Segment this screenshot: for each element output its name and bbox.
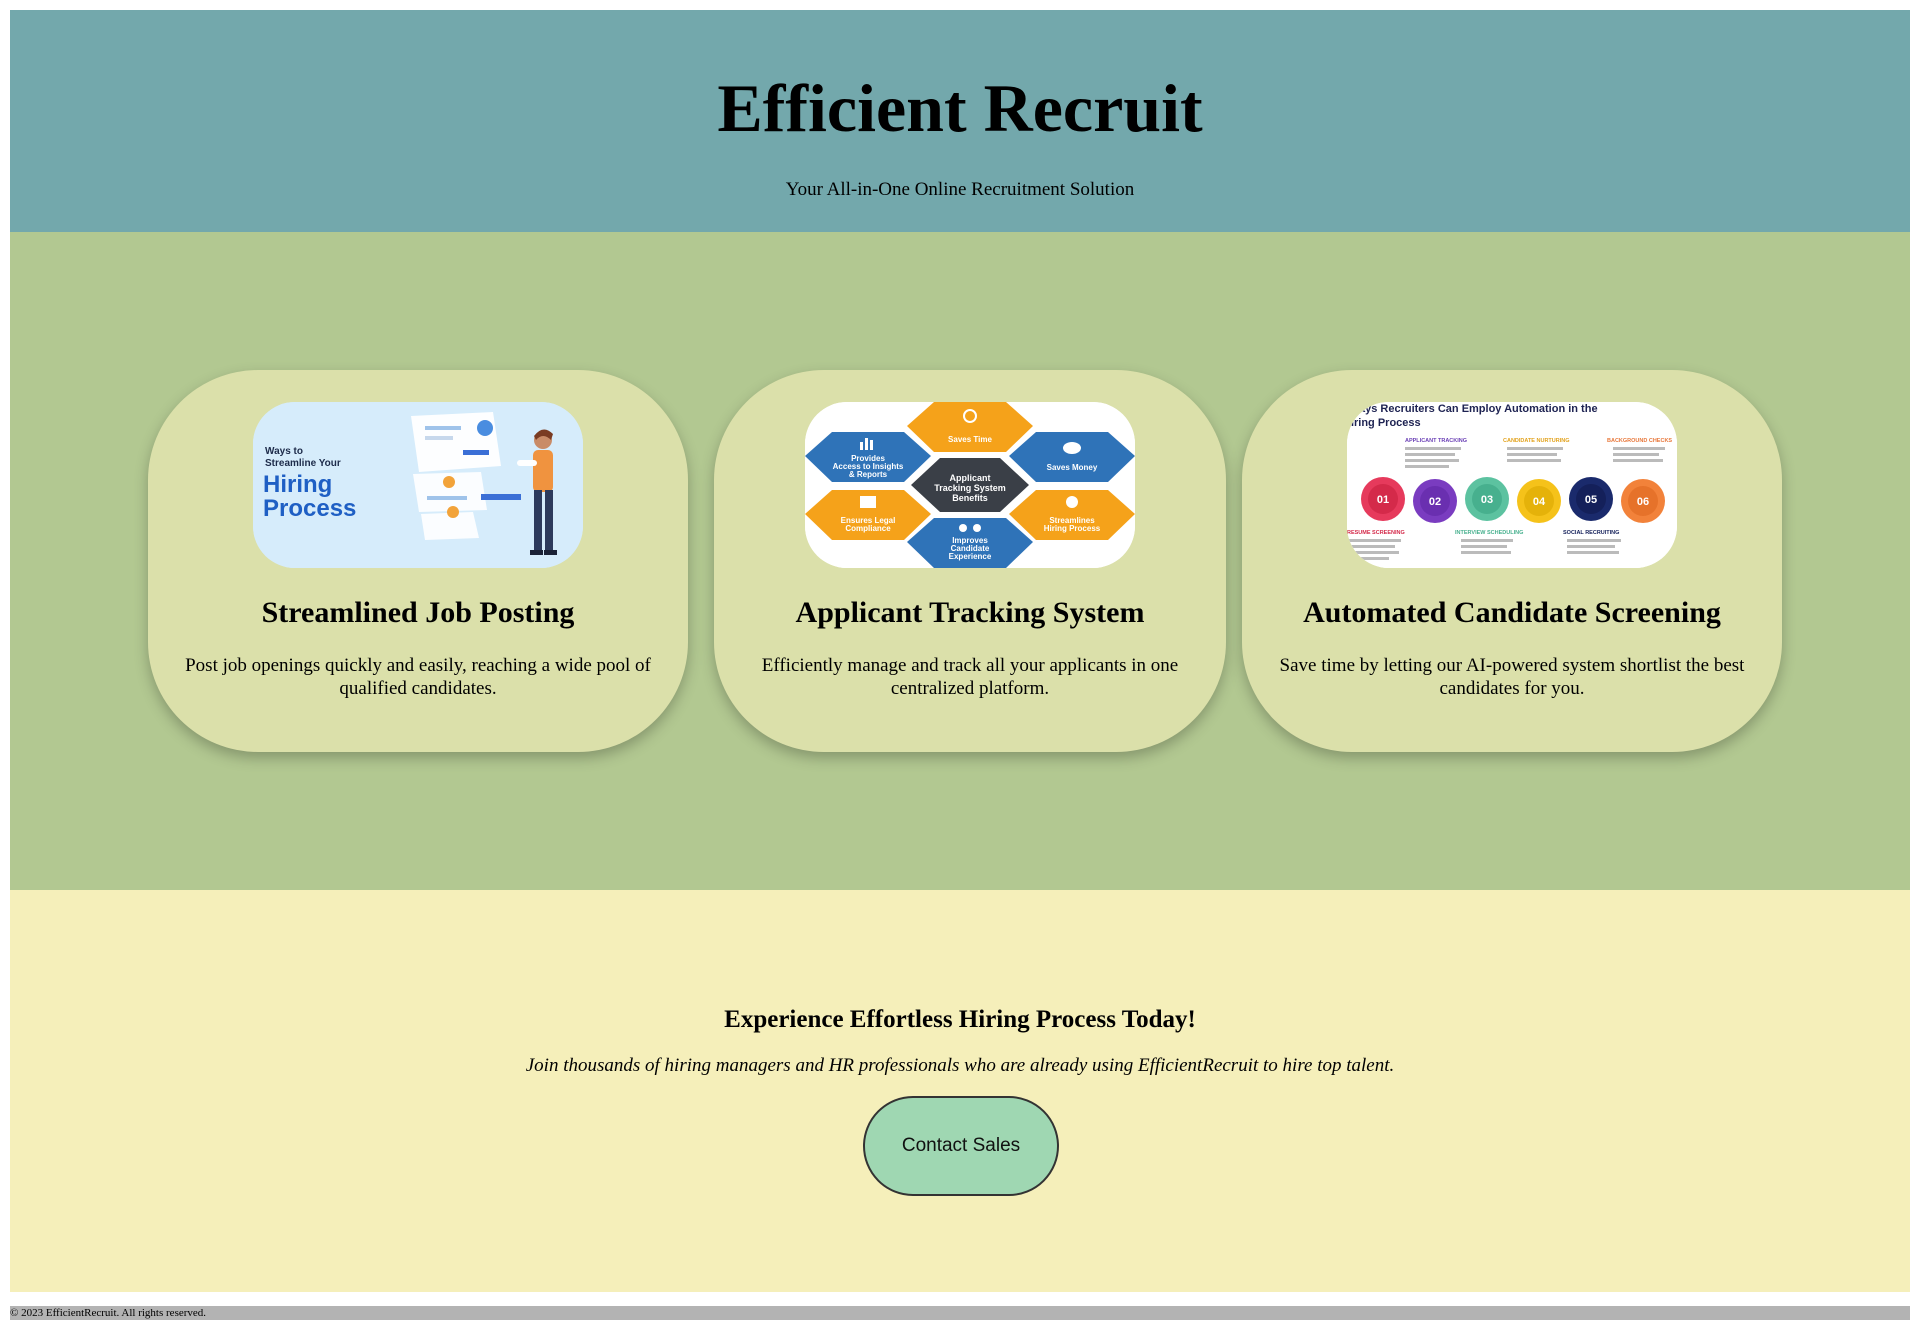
- feature-card-job-posting: Ways to Streamline Your Hiring Process S…: [148, 370, 688, 752]
- svg-text:02: 02: [1429, 496, 1441, 508]
- svg-text:Tracking System: Tracking System: [934, 483, 1006, 493]
- features-section: Ways to Streamline Your Hiring Process S…: [10, 232, 1910, 890]
- page-subtitle: Your All-in-One Online Recruitment Solut…: [785, 179, 1135, 200]
- svg-text:Saves Money: Saves Money: [1047, 463, 1098, 472]
- svg-text:01: 01: [1377, 494, 1389, 506]
- feature-card-candidate-screening: Ways Recruiters Can Employ Automation in…: [1242, 370, 1782, 752]
- svg-text:Saves Time: Saves Time: [948, 435, 992, 444]
- feature-description: Efficiently manage and track all your ap…: [761, 655, 1179, 699]
- copyright-text: © 2023 EfficientRecruit. All rights rese…: [10, 1307, 207, 1319]
- ats-benefits-hexagon-diagram: Applicant Tracking System Benefits Saves…: [805, 402, 1135, 568]
- svg-text:05: 05: [1585, 494, 1597, 506]
- svg-text:& Reports: & Reports: [849, 470, 888, 479]
- svg-text:Hiring Process: Hiring Process: [1347, 417, 1421, 429]
- cta-text: Join thousands of hiring managers and HR…: [525, 1055, 1395, 1076]
- site-header: Efficient Recruit Your All-in-One Online…: [10, 10, 1910, 232]
- cta-section: Experience Effortless Hiring Process Tod…: [10, 890, 1910, 1292]
- svg-text:INTERVIEW SCHEDULING: INTERVIEW SCHEDULING: [1455, 530, 1523, 536]
- feature-card-applicant-tracking: Applicant Tracking System Benefits Saves…: [714, 370, 1226, 752]
- site-footer: © 2023 EfficientRecruit. All rights rese…: [10, 1306, 1910, 1320]
- svg-text:RESUME SCREENING: RESUME SCREENING: [1347, 530, 1405, 536]
- svg-text:Hiring Process: Hiring Process: [1044, 524, 1101, 533]
- svg-text:SOCIAL RECRUITING: SOCIAL RECRUITING: [1563, 530, 1619, 536]
- svg-text:Ways Recruiters Can Employ Aut: Ways Recruiters Can Employ Automation in…: [1349, 403, 1598, 415]
- feature-title: Applicant Tracking System: [795, 596, 1145, 629]
- illustration-text-2: Streamline Your: [265, 458, 341, 469]
- cta-heading: Experience Effortless Hiring Process Tod…: [724, 1006, 1196, 1033]
- svg-text:APPLICANT TRACKING: APPLICANT TRACKING: [1405, 438, 1467, 444]
- svg-text:Compliance: Compliance: [845, 524, 891, 533]
- automation-steps-infographic: Ways Recruiters Can Employ Automation in…: [1347, 402, 1677, 568]
- ats-hexagon-graphic: Applicant Tracking System Benefits Saves…: [805, 402, 1135, 568]
- svg-text:04: 04: [1533, 496, 1546, 508]
- illustration-text-4: Process: [263, 495, 356, 522]
- svg-text:Experience: Experience: [949, 552, 992, 561]
- page-title: Efficient Recruit: [717, 70, 1203, 146]
- svg-text:Benefits: Benefits: [952, 493, 988, 503]
- hiring-process-illustration-graphic: Ways to Streamline Your Hiring Process: [253, 402, 583, 568]
- illustration-text-1: Ways to: [265, 446, 303, 457]
- feature-title: Automated Candidate Screening: [1303, 596, 1721, 629]
- contact-sales-button[interactable]: Contact Sales: [863, 1096, 1059, 1196]
- svg-text:CANDIDATE NURTURING: CANDIDATE NURTURING: [1503, 438, 1570, 444]
- illustration-text-3: Hiring: [263, 471, 332, 498]
- feature-title: Streamlined Job Posting: [261, 596, 575, 629]
- svg-text:BACKGROUND CHECKS: BACKGROUND CHECKS: [1607, 438, 1672, 444]
- svg-text:06: 06: [1637, 496, 1649, 508]
- svg-text:03: 03: [1481, 494, 1493, 506]
- feature-description: Post job openings quickly and easily, re…: [185, 655, 651, 699]
- automation-steps-graphic: Ways Recruiters Can Employ Automation in…: [1347, 402, 1677, 568]
- hiring-process-illustration: Ways to Streamline Your Hiring Process: [253, 402, 583, 568]
- feature-description: Save time by letting our AI-powered syst…: [1279, 655, 1745, 699]
- svg-text:Applicant: Applicant: [949, 473, 990, 483]
